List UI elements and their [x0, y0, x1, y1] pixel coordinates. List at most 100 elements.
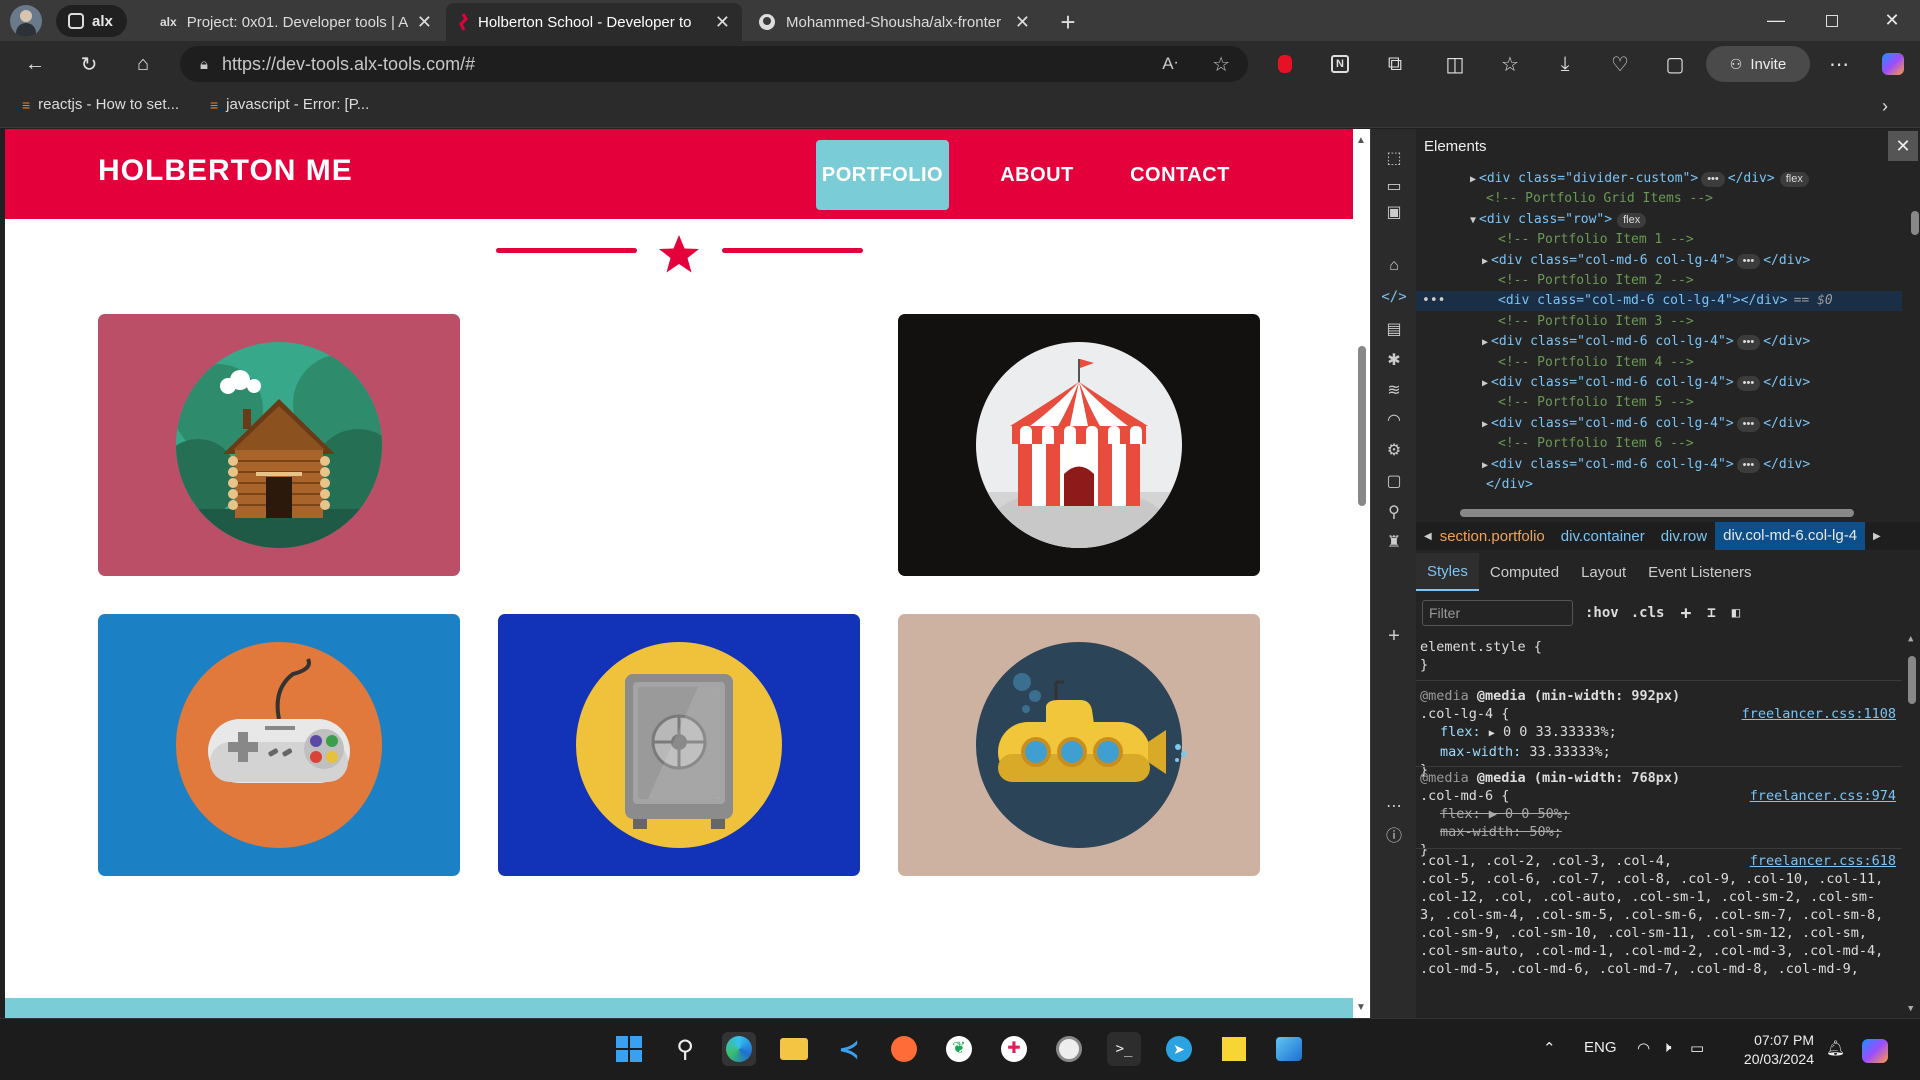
dom-comment-row[interactable]: <!-- Portfolio Item 5 --> [1416, 393, 1902, 413]
portfolio-item-circus[interactable] [898, 314, 1260, 576]
expand-triangle-icon[interactable]: ▶ [1482, 419, 1488, 430]
hover-state-button[interactable]: :hov [1585, 605, 1619, 621]
minimize-icon[interactable]: — [1748, 0, 1804, 41]
tree-hscroll-thumb[interactable] [1460, 509, 1854, 517]
tab-holberton[interactable]: Holberton School - Developer to ✕ [446, 3, 742, 41]
site-brand[interactable]: HOLBERTON ME [98, 154, 353, 188]
bookmark-item[interactable]: ≡ javascript - Error: [P... [210, 96, 369, 113]
breadcrumb-item[interactable]: div.row [1653, 528, 1715, 545]
expand-triangle-icon[interactable]: ▶ [1482, 256, 1488, 267]
dom-comment-row[interactable]: <!-- Portfolio Item 4 --> [1416, 353, 1902, 373]
styles-filter-input[interactable]: Filter [1422, 600, 1573, 626]
bookmarks-overflow-icon[interactable]: › [1882, 96, 1888, 117]
dom-comment-row[interactable]: <!-- Portfolio Item 1 --> [1416, 230, 1902, 250]
rule-source-link[interactable]: freelancer.css:974 [1750, 787, 1896, 805]
application-icon[interactable]: ▢ [1383, 470, 1405, 492]
lock-icon[interactable]: 🔒︎ [200, 56, 208, 73]
close-devtools-icon[interactable]: ✕ [1888, 131, 1918, 161]
profile-avatar[interactable] [10, 5, 42, 37]
styles-vscroll-thumb[interactable] [1908, 656, 1916, 704]
tree-vscroll-thumb[interactable] [1911, 211, 1919, 235]
paint-brush-icon[interactable]: ⌶ [1707, 605, 1715, 621]
dom-node-row[interactable]: </div> [1416, 475, 1902, 495]
breadcrumb-forward-icon[interactable]: ▶ [1865, 531, 1889, 542]
tab-group-alx[interactable]: alx [56, 5, 127, 37]
dock-icon[interactable]: ▣ [1383, 201, 1405, 223]
clock-app-icon[interactable] [1052, 1032, 1086, 1066]
wifi-icon[interactable]: ◠ [1637, 1039, 1650, 1057]
more-tools-plus-icon[interactable]: + [1383, 625, 1405, 647]
slack-icon[interactable]: ✚ [997, 1032, 1031, 1066]
collapsed-ellipsis-icon[interactable]: ••• [1736, 457, 1761, 473]
collapsed-ellipsis-icon[interactable]: ••• [1736, 416, 1761, 432]
mongodb-icon[interactable]: ❦ [942, 1032, 976, 1066]
dom-comment-row[interactable]: <!-- Portfolio Item 3 --> [1416, 312, 1902, 332]
flex-badge[interactable]: flex [1617, 212, 1647, 228]
page-scrollbar-thumb[interactable] [1358, 346, 1366, 506]
nav-about[interactable]: ABOUT [995, 140, 1079, 210]
dom-node-row[interactable]: ▶ <div class="col-md-6 col-lg-4"> ••• </div… [1416, 414, 1902, 434]
scroll-down-arrow-icon[interactable]: ▼ [1908, 1004, 1913, 1014]
search-icon[interactable]: ⚲ [668, 1032, 702, 1066]
collapsed-ellipsis-icon[interactable]: ••• [1701, 172, 1725, 187]
inspect-element-icon[interactable]: ⬚ [1383, 147, 1405, 169]
close-tab-icon[interactable]: ✕ [417, 12, 432, 33]
tray-overflow-icon[interactable]: ⌃ [1543, 1039, 1556, 1057]
memory-icon[interactable]: ⚙ [1383, 439, 1405, 461]
tab-computed[interactable]: Computed [1479, 564, 1570, 581]
styles-rules-pane[interactable]: element.style { } @media @media (min-wid… [1416, 634, 1902, 1018]
extension-red-icon[interactable] [1268, 47, 1302, 81]
portfolio-item-game-controller[interactable] [98, 614, 460, 876]
dom-node-selected[interactable]: ••• <div class="col-md-6 col-lg-4"></div>… [1416, 291, 1902, 312]
overridden-property[interactable]: flex: ▶ 0 0 50%; [1420, 805, 1900, 823]
close-tab-icon[interactable]: ✕ [1015, 12, 1030, 33]
read-aloud-icon[interactable]: Aᐧ [1162, 54, 1178, 74]
dom-comment-row[interactable]: <!-- Portfolio Item 6 --> [1416, 434, 1902, 454]
rule-element-style[interactable]: element.style { } [1420, 638, 1900, 674]
performance-icon[interactable]: ◠ [1383, 409, 1405, 431]
new-rule-plus-icon[interactable]: + [1680, 603, 1691, 624]
help-icon[interactable]: ⓘ [1383, 823, 1405, 845]
tab-project[interactable]: alx Project: 0x01. Developer tools | A ✕ [148, 3, 444, 41]
file-explorer-icon[interactable] [777, 1032, 811, 1066]
tab-event-listeners[interactable]: Event Listeners [1637, 564, 1762, 581]
toggle-sidebar-icon[interactable]: ◧ [1732, 605, 1740, 621]
dom-node-row[interactable]: ▶ <div class="col-md-6 col-lg-4"> ••• </div… [1416, 251, 1902, 271]
dom-node-row[interactable]: ▼ <div class="row"> flex [1416, 210, 1902, 230]
breadcrumb-item-current[interactable]: div.col-md-6.col-lg-4 [1715, 522, 1866, 550]
extensions-icon[interactable]: ⧉ [1378, 47, 1412, 81]
portfolio-item-cabin[interactable] [98, 314, 460, 576]
rule-col-grid[interactable]: freelancer.css:618 .col-1, .col-2, .col-… [1420, 852, 1900, 978]
dom-node-row[interactable]: ▶ <div class="col-md-6 col-lg-4"> ••• </div… [1416, 332, 1902, 352]
scroll-up-arrow-icon[interactable]: ▲ [1908, 634, 1913, 644]
dom-tree[interactable]: ▶ <div class="divider-custom"> ••• </div> fl… [1416, 163, 1902, 501]
collapsed-ellipsis-icon[interactable]: ••• [1736, 376, 1761, 391]
flex-badge[interactable]: flex [1779, 172, 1809, 187]
language-indicator[interactable]: ENG [1584, 1039, 1617, 1056]
elements-tool-icon[interactable]: </> [1381, 286, 1406, 308]
terminal-icon[interactable]: >_ [1107, 1032, 1141, 1066]
lighthouse-icon[interactable]: ♜ [1383, 531, 1405, 553]
styles-vscroll[interactable]: ▲ ▼ [1904, 634, 1920, 1018]
welcome-home-icon[interactable]: ⌂ [1383, 255, 1405, 277]
refresh-icon[interactable]: ↻ [72, 47, 106, 81]
class-toggle-button[interactable]: .cls [1631, 605, 1665, 621]
dom-comment-row[interactable]: <!-- Portfolio Grid Items --> [1416, 189, 1902, 209]
expand-arrow-icon[interactable]: ▶ [1489, 728, 1495, 739]
page-scrollbar[interactable]: ▲ ▼ [1353, 129, 1370, 1018]
tab-layout[interactable]: Layout [1570, 564, 1637, 581]
device-emulation-icon[interactable]: ▭ [1383, 175, 1405, 197]
vscode-icon[interactable]: ≺ [832, 1032, 866, 1066]
dom-node-row[interactable]: ▶ <div class="col-md-6 col-lg-4"> ••• </div… [1416, 373, 1902, 393]
scroll-down-arrow-icon[interactable]: ▼ [1356, 1002, 1366, 1013]
rule-source-link[interactable]: freelancer.css:618 [1750, 852, 1896, 870]
security-icon[interactable]: ⚲ [1383, 501, 1405, 523]
volume-muted-icon[interactable]: 🕨︎ [1662, 1039, 1671, 1056]
start-windows-icon[interactable] [612, 1032, 646, 1066]
rule-property[interactable]: flex: ▶ 0 0 33.33333%; [1420, 723, 1900, 743]
network-icon[interactable]: ≋ [1383, 379, 1405, 401]
collapsed-ellipsis-icon[interactable]: ••• [1736, 335, 1761, 351]
favorites-icon[interactable]: ☆ [1493, 47, 1527, 81]
expand-triangle-icon[interactable]: ▶ [1470, 174, 1476, 185]
portfolio-item-safe[interactable] [498, 614, 860, 876]
